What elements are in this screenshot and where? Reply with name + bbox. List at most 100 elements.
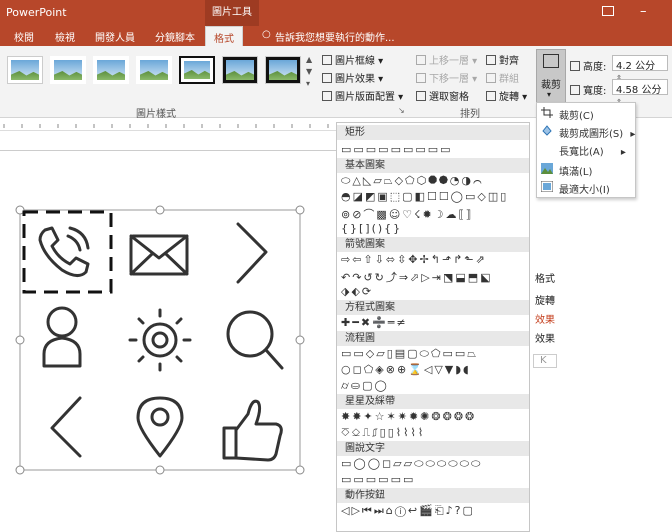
gallery-scroll-icon[interactable]: ▲ ▼ ▾ (306, 54, 312, 90)
shape-row-basic-3[interactable]: ⊚⊘⌒▩☺♡☇✹☽☁⟦⟧ (341, 206, 473, 222)
styles-group-label: 圖片樣式 (136, 109, 176, 120)
picture-effects-icon (322, 73, 332, 83)
thumbs-up-icon (222, 399, 283, 462)
format-pane-item[interactable]: 效果 (535, 330, 555, 345)
style-thumb-3[interactable] (93, 56, 129, 84)
shape-row-arrows-2[interactable]: ↶↷↺↻⤴⇒⬀▷⇥⬔⬓⬒⬕ (341, 269, 493, 285)
search-icon (226, 310, 284, 370)
style-thumb-1[interactable] (7, 56, 43, 84)
shape-row-callouts-1[interactable]: ▭◯◯◻▱▱⬭⬭⬭⬭⬭⬭ (341, 457, 482, 471)
user-icon (42, 306, 82, 368)
height-input[interactable]: 4.2 公分 ⇳ (612, 55, 668, 82)
send-backward-button[interactable]: 下移一層 ▾ (416, 70, 477, 85)
format-pane-item[interactable]: 旋轉 (535, 292, 555, 307)
tab-developer[interactable]: 開發人員 (95, 29, 135, 44)
align-button[interactable]: 對齊 (486, 52, 519, 67)
tell-me-input[interactable]: 告訴我您想要執行的動作... (275, 29, 395, 44)
crop-icon (543, 54, 559, 68)
send-backward-icon (416, 73, 426, 83)
height-icon (570, 61, 580, 71)
gear-icon (128, 308, 192, 372)
style-thumb-7[interactable] (265, 56, 301, 84)
tab-view[interactable]: 檢視 (55, 29, 75, 44)
rotate-button[interactable]: 旋轉 ▾ (486, 88, 527, 103)
shape-row-stars-1[interactable]: ✸✸✦☆✶✷✹✺❂❂❂❂ (341, 410, 476, 423)
title-bar: PowerPoint 圖片工具 – (0, 0, 672, 26)
shape-row-action-buttons[interactable]: ◁▷⏮⏭⌂ⓘ↩🎬⎗♪?▢ (341, 504, 475, 518)
group-button[interactable]: 群組 (486, 70, 519, 85)
rotate-icon (486, 91, 496, 101)
shape-row-basic-1[interactable]: ⬭△◺▱⏢◇⬠⬡⯃⯄◔◑⌒ (341, 174, 484, 188)
shape-row-flowchart-3[interactable]: ⌭⛀▢◯ (341, 379, 389, 393)
crop-menu-icon (541, 107, 553, 118)
shape-row-basic-4[interactable]: {}[](){} (341, 222, 402, 235)
height-label: 高度: (570, 58, 606, 73)
minimize-icon[interactable]: – (640, 4, 647, 19)
shape-row-equation[interactable]: ✚━✖➗═≠ (341, 316, 408, 329)
envelope-icon (129, 234, 189, 276)
bring-forward-icon (416, 55, 426, 65)
category-callouts: 圖說文字 (337, 441, 529, 456)
shape-row-arrows-3[interactable]: ⬗⬖⟳ (341, 285, 373, 298)
width-label: 寬度: (570, 82, 606, 97)
style-thumb-2[interactable] (50, 56, 86, 84)
shape-row-callouts-2[interactable]: ▭▭▭▭▭▭ (341, 473, 415, 486)
shape-row-basic-2[interactable]: ◓◪◩▣⬚▢◧☐☐◯▭◇◫▯ (341, 190, 508, 203)
format-pane-field[interactable]: K (533, 354, 557, 368)
styles-dialog-launcher-icon[interactable]: ↘ (398, 106, 405, 115)
shapes-gallery: 矩形 ▭▭▭▭▭▭▭▭▭ 基本圖案 ⬭△◺▱⏢◇⬠⬡⯃⯄◔◑⌒ ◓◪◩▣⬚▢◧☐… (336, 122, 530, 532)
restore-ribbon-icon[interactable] (602, 6, 614, 16)
phone-waves-icon (66, 226, 90, 252)
menu-aspect-ratio[interactable]: 長寬比(A) ▸ (559, 143, 626, 158)
context-tab-header: 圖片工具 (205, 0, 259, 26)
picture-layout-icon (322, 91, 332, 101)
ribbon-tabs: 校閱 檢視 開發人員 分鏡腳本 格式 ○ 告訴我您想要執行的動作... (0, 26, 672, 46)
crop-dropdown-menu: 裁剪(C) 裁剪成圖形(S) ▸ 長寬比(A) ▸ 填滿(L) 最適大小(I) (536, 102, 636, 198)
style-thumb-4[interactable] (136, 56, 172, 84)
shape-row-flowchart-1[interactable]: ▭▭◇▱▯▤▢⬭⬠▭▭⏢ (341, 347, 478, 361)
tab-format[interactable]: 格式 (205, 26, 243, 46)
slide-area (0, 132, 336, 532)
menu-crop-to-shape[interactable]: 裁剪成圖形(S) ▸ (559, 125, 635, 140)
chevron-right-icon (236, 222, 268, 284)
shape-row-rectangles[interactable]: ▭▭▭▭▭▭▭▭▭ (341, 143, 453, 156)
menu-fit[interactable]: 最適大小(I) (559, 181, 610, 196)
picture-layout-button[interactable]: 圖片版面配置 ▾ (322, 88, 403, 103)
category-block-arrows: 箭號圖案 (337, 237, 529, 252)
picture-border-button[interactable]: 圖片框線 ▾ (322, 52, 383, 67)
selection-pane-icon (416, 91, 426, 101)
format-pane-item[interactable]: 效果 (535, 311, 555, 326)
menu-crop[interactable]: 裁剪(C) (559, 107, 594, 122)
lightbulb-icon: ○ (262, 29, 271, 40)
chevron-left-icon (50, 396, 82, 458)
style-thumb-6[interactable] (222, 56, 258, 84)
bring-forward-button[interactable]: 上移一層 ▾ (416, 52, 477, 67)
ruler-ticks (3, 124, 329, 128)
selection-pane-button[interactable]: 選取窗格 (416, 88, 469, 103)
fit-icon (541, 181, 553, 192)
submenu-arrow-icon: ▸ (630, 129, 636, 140)
icon-group[interactable] (0, 132, 336, 532)
tab-review[interactable]: 校閱 (14, 29, 34, 44)
fill-icon (541, 163, 553, 174)
picture-border-icon (322, 55, 332, 65)
map-pin-icon (136, 396, 184, 458)
width-input[interactable]: 4.58 公分 ⇳ (612, 79, 668, 106)
category-basic-shapes: 基本圖案 (337, 158, 529, 173)
crop-frame[interactable] (22, 210, 113, 294)
shape-row-arrows-1[interactable]: ⇨⇦⇧⇩⬄⇳✥✢↰⬏↱⬑⇗ (341, 253, 487, 266)
category-equation-shapes: 方程式圖案 (337, 300, 529, 315)
menu-fill[interactable]: 填滿(L) (559, 163, 592, 178)
align-icon (486, 55, 496, 65)
format-pane-item[interactable]: 格式 (535, 270, 555, 285)
tab-storyboard[interactable]: 分鏡腳本 (155, 29, 195, 44)
style-thumb-5[interactable] (179, 56, 215, 84)
picture-effects-button[interactable]: 圖片效果 ▾ (322, 70, 383, 85)
selection-frame (19, 209, 301, 471)
shape-row-stars-2[interactable]: ⎏⎐⎍⎎▯▯⌇⌇⌇⌇ (341, 426, 425, 440)
horizontal-ruler (0, 119, 340, 131)
crop-button[interactable]: 裁剪 ▾ (536, 49, 566, 103)
shape-row-flowchart-2[interactable]: ○◻⬠◈⊗⊕⌛◁▽▼◗◖ (341, 363, 471, 376)
submenu-arrow-icon: ▸ (620, 147, 626, 158)
crop-to-shape-icon (542, 125, 552, 136)
